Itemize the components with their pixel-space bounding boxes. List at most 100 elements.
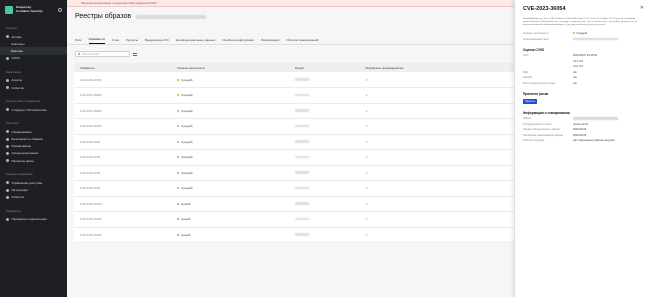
check-icon: ✓ bbox=[365, 139, 369, 144]
severity-cell: Средний bbox=[171, 87, 290, 104]
severity-cell: Средний bbox=[171, 180, 290, 197]
vulnerabilities-table: Уязвимость Уровень критичности Ресурс Испра… bbox=[74, 63, 514, 243]
severity-label: Средний bbox=[181, 124, 193, 129]
sidebar-item[interactable]: Параметры подключения bbox=[0, 216, 67, 223]
sidebar-subitem[interactable]: Кластеры bbox=[0, 40, 67, 47]
sidebar-item[interactable]: Интеграции bbox=[0, 186, 67, 193]
severity-dot-icon bbox=[177, 109, 180, 112]
detail-value: Нет запущенных рабочих нагрузок bbox=[573, 139, 615, 142]
image-name-breadcrumb[interactable] bbox=[136, 14, 207, 19]
severity-dot-icon bbox=[177, 78, 180, 81]
tab-item[interactable]: Информация bbox=[261, 38, 279, 44]
sidebar-item-label: Управление доступом bbox=[11, 180, 43, 185]
sidebar-item-label: События bbox=[11, 195, 24, 200]
cve-id-cell[interactable]: CVE-2023-36054 bbox=[74, 87, 172, 104]
table-row[interactable]: CVE-2023-4039 Средний ✓ bbox=[74, 149, 514, 166]
severity-label: Средний bbox=[181, 139, 193, 144]
tab-item[interactable]: Уязвимости bbox=[88, 37, 105, 44]
severity-cell: Низкий bbox=[171, 211, 290, 228]
filter-icon[interactable] bbox=[133, 52, 137, 56]
accept-risk-button[interactable]: Принять bbox=[523, 98, 538, 104]
cve-id-cell[interactable]: CVE-2023-4039 bbox=[74, 134, 172, 150]
severity-value: Средний bbox=[177, 155, 289, 159]
table-row[interactable]: CVE-2016-20013 Низкий ✓ bbox=[74, 196, 514, 212]
fixed-by-vendor-cell: ✓ bbox=[359, 118, 514, 135]
cve-id-cell[interactable]: CVE-2023-4039 bbox=[74, 165, 172, 181]
sidebar-item[interactable]: Принятие риска bbox=[0, 157, 67, 164]
table-row[interactable]: CVE-2023-4039 Средний ✓ bbox=[74, 165, 514, 181]
severity-dot-icon bbox=[573, 32, 575, 34]
severity-label: Средний bbox=[181, 77, 193, 82]
cve-id-cell[interactable]: CVE-2023-4039 bbox=[74, 180, 172, 197]
fixed-by-vendor-cell: ✓ bbox=[359, 165, 514, 181]
cve-id-cell[interactable]: CVE-2023-36054 bbox=[74, 118, 172, 135]
fixed-by-vendor-cell: ✓ bbox=[359, 196, 514, 212]
nav-item-icon bbox=[6, 188, 9, 192]
sidebar-item[interactable]: Реагирование bbox=[0, 143, 67, 150]
cve-id-cell[interactable]: CVE-2016-20013 bbox=[74, 196, 172, 212]
nav-item-icon bbox=[6, 137, 9, 141]
column-header[interactable]: Исправлено производителем bbox=[359, 63, 514, 72]
column-header[interactable]: Ресурс bbox=[289, 63, 360, 72]
tab-item[interactable]: Слои bbox=[112, 38, 119, 44]
detail-value bbox=[573, 117, 618, 120]
sidebar-subitem[interactable]: Реестры bbox=[0, 47, 67, 55]
table-row[interactable]: CVE-2023-36054 Средний ✓ bbox=[74, 118, 514, 135]
resource-value bbox=[295, 78, 310, 81]
detail-row: Вектор вредоносного кода n/a bbox=[523, 82, 642, 85]
collapse-sidebar-icon[interactable] bbox=[58, 8, 62, 12]
cve-id-cell[interactable]: CVE-2023-36054 bbox=[74, 103, 172, 119]
sidebar-item[interactable]: События bbox=[0, 194, 67, 201]
severity-value: Низкий bbox=[177, 217, 289, 221]
severity-row: Уровень критичности Средний bbox=[523, 32, 588, 35]
tab-item[interactable]: Конфиденциальные данные bbox=[176, 38, 216, 44]
detail-key: Первое обнаружение в образе bbox=[523, 128, 560, 131]
table-row[interactable]: CVE-2016-20013 Низкий ✓ bbox=[74, 211, 514, 228]
sidebar-item[interactable]: Безопасность образов bbox=[0, 136, 67, 143]
table-row[interactable]: CVE-2023-36054 Средний ✓ bbox=[74, 87, 514, 104]
severity-cell: Средний bbox=[171, 165, 290, 181]
detail-value: v3.1: 6.5 bbox=[573, 59, 583, 63]
sidebar-item[interactable]: Стандарт CIS Kubernetes bbox=[0, 106, 67, 113]
tab-item[interactable]: Вредоносное ПО bbox=[145, 38, 169, 44]
cve-id-cell[interactable]: CVE-2023-36054 bbox=[74, 72, 172, 88]
column-header[interactable]: Уязвимость bbox=[74, 63, 172, 72]
tab-item[interactable]: Ошибки конфигурации bbox=[222, 38, 254, 44]
cve-id-cell[interactable]: CVE-2016-20013 bbox=[74, 211, 172, 228]
tab-item[interactable]: Ресурсы bbox=[126, 38, 138, 44]
sidebar-item[interactable]: События bbox=[0, 84, 67, 91]
table-row[interactable]: CVE-2016-20013 Низкий ✓ bbox=[74, 227, 514, 243]
severity-cell: Средний bbox=[171, 149, 290, 166]
tab-item[interactable]: Риск bbox=[75, 38, 82, 44]
nav-item-icon bbox=[6, 35, 9, 39]
cve-id-cell[interactable]: CVE-2023-4039 bbox=[74, 149, 172, 166]
detail-row: NVD 2023-08-07 19:15:00 bbox=[523, 54, 642, 57]
resource-cell bbox=[289, 118, 360, 135]
sidebar-item[interactable]: Сканирование bbox=[0, 128, 67, 135]
severity-cell: Низкий bbox=[171, 196, 290, 212]
main-content: Нарушена синхронизация со средством сбор… bbox=[67, 0, 514, 297]
severity-value: Средний bbox=[177, 124, 289, 128]
sidebar-item[interactable]: Активы ⌄ bbox=[0, 33, 67, 40]
sidebar-item[interactable]: CI/CD bbox=[0, 55, 67, 62]
table-row[interactable]: CVE-2023-36054 Средний ✓ bbox=[74, 72, 514, 88]
column-header[interactable]: Уровень критичности bbox=[171, 63, 290, 72]
detail-key: Рабочая нагрузка bbox=[523, 139, 545, 142]
tab-item[interactable]: История сканирований bbox=[286, 38, 318, 44]
sidebar-item-label: Реагирование bbox=[11, 144, 32, 149]
sidebar-item[interactable]: Алерты bbox=[0, 77, 67, 84]
nav-section-title: Администрирование bbox=[6, 172, 33, 177]
close-icon[interactable]: ✕ bbox=[640, 5, 644, 11]
resource-cell bbox=[289, 165, 360, 181]
nav-item-icon bbox=[6, 108, 9, 112]
cve-id-cell[interactable]: CVE-2016-20013 bbox=[74, 227, 172, 243]
sidebar-item[interactable]: Среда выполнения bbox=[0, 150, 67, 157]
severity-dot-icon bbox=[177, 156, 180, 159]
search-input[interactable]: Поиск по CVE bbox=[75, 51, 130, 57]
resource-value bbox=[295, 233, 310, 236]
table-row[interactable]: CVE-2023-36054 Средний ✓ bbox=[74, 103, 514, 119]
detail-row: Первое обнаружение в образе 2023-09-24 bbox=[523, 128, 642, 131]
table-row[interactable]: CVE-2023-4039 Средний ✓ bbox=[74, 134, 514, 150]
table-row[interactable]: CVE-2023-4039 Средний ✓ bbox=[74, 180, 514, 197]
sidebar-item[interactable]: Управление доступом bbox=[0, 179, 67, 186]
